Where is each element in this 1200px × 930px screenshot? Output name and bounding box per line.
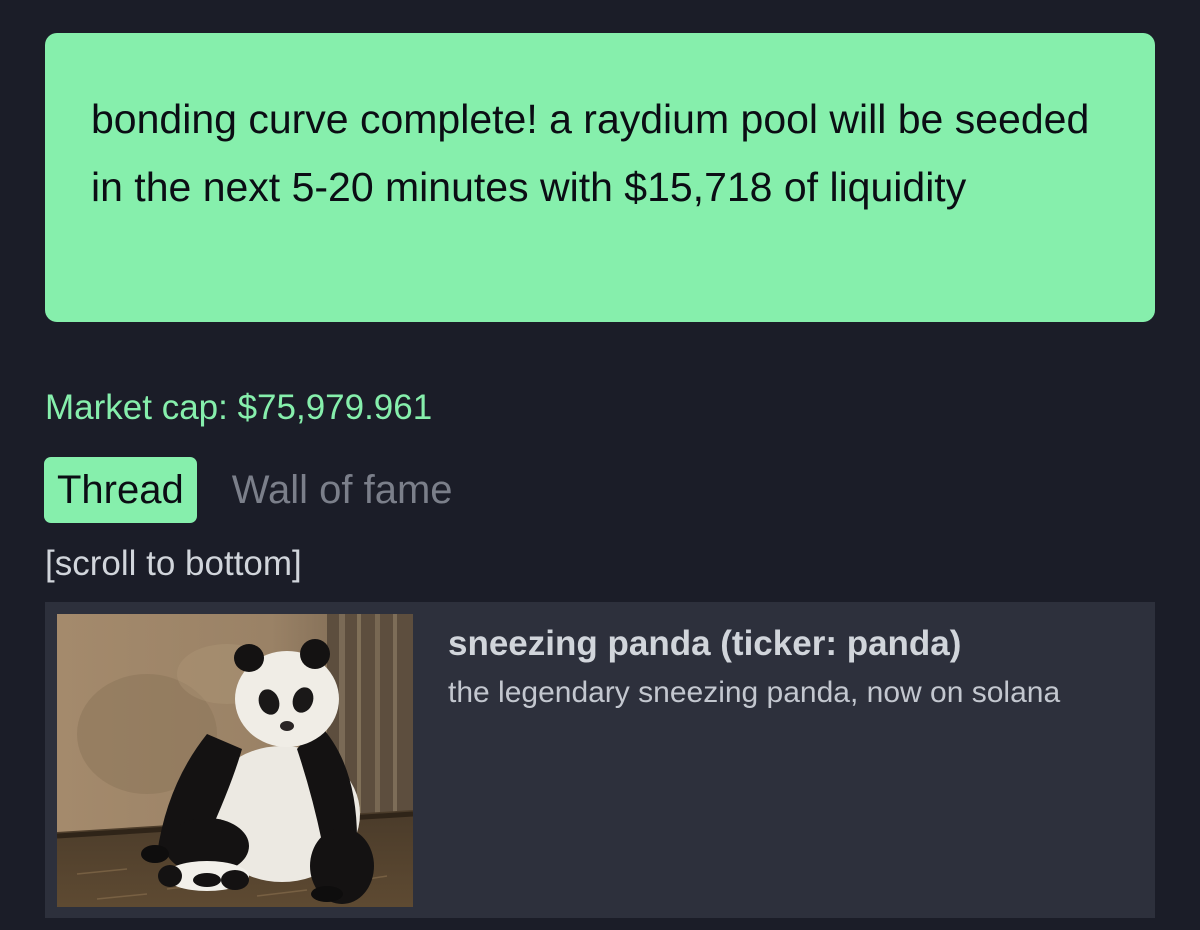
tab-wall-of-fame[interactable]: Wall of fame <box>232 468 453 513</box>
bonding-curve-banner: bonding curve complete! a raydium pool w… <box>45 33 1155 322</box>
market-cap-text: Market cap: $75,979.961 <box>45 388 433 427</box>
scroll-to-bottom-link[interactable]: [scroll to bottom] <box>45 541 302 587</box>
panda-photo <box>57 614 413 907</box>
banner-message: bonding curve complete! a raydium pool w… <box>91 96 1090 210</box>
coin-description: the legendary sneezing panda, now on sol… <box>448 676 1061 709</box>
coin-image <box>57 614 413 907</box>
tab-bar: Thread Wall of fame <box>44 457 453 523</box>
coin-card[interactable]: sneezing panda (ticker: panda) the legen… <box>45 602 1155 918</box>
tab-thread[interactable]: Thread <box>44 457 197 523</box>
coin-name: sneezing panda (ticker: panda) <box>448 624 962 663</box>
coin-page: bonding curve complete! a raydium pool w… <box>0 0 1200 930</box>
